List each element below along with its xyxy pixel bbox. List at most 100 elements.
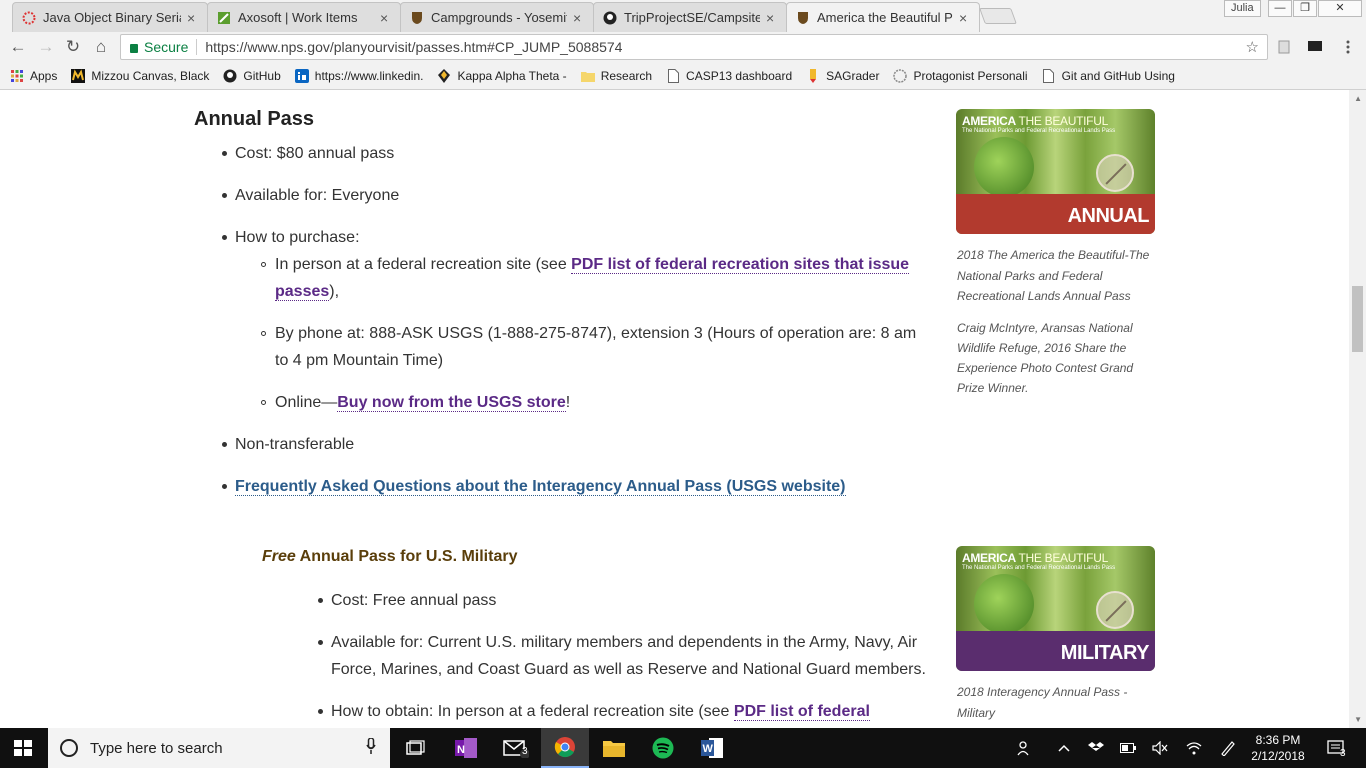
maximize-button[interactable]: ❐	[1293, 0, 1317, 17]
military-pdf-list-link[interactable]: PDF list of federal	[733, 703, 870, 721]
cortana-icon	[60, 739, 78, 757]
purchase-by-phone: By phone at: 888-ASK USGS (1-888-275-874…	[275, 325, 917, 342]
card-brand-rest: THE BEAUTIFUL	[1018, 551, 1109, 565]
tab-campgrounds[interactable]: Campgrounds - Yosemite ×	[400, 2, 594, 32]
tab-java-serialization[interactable]: Java Object Binary Serializ ×	[12, 2, 208, 32]
spotify-icon[interactable]	[639, 728, 687, 768]
card-subtitle: The National Parks and Federal Recreatio…	[962, 565, 1116, 571]
tab-america-beautiful[interactable]: America the Beautiful Pa ×	[786, 2, 980, 32]
java-circle-icon	[21, 10, 37, 26]
annual-pass-heading: Annual Pass	[194, 108, 315, 130]
page-icon	[666, 68, 680, 83]
word-icon[interactable]: W	[688, 728, 736, 768]
close-tab-icon[interactable]: ×	[187, 10, 199, 26]
notification-badge: 3	[1340, 748, 1346, 759]
close-tab-icon[interactable]: ×	[766, 10, 778, 26]
address-bar[interactable]: Secure https://www.nps.gov/planyourvisit…	[120, 34, 1268, 60]
back-button[interactable]: ←	[8, 37, 28, 57]
tab-axosoft[interactable]: Axosoft | Work Items ×	[207, 2, 401, 32]
tab-github-project[interactable]: TripProjectSE/CampsiteD ×	[593, 2, 787, 32]
reload-button[interactable]: ↻	[63, 37, 83, 57]
purchase-in-person: In person at a federal recreation site (…	[275, 256, 910, 274]
bookmark-kappa-alpha-theta[interactable]: Kappa Alpha Theta -	[437, 68, 567, 83]
volume-muted-icon[interactable]	[1148, 728, 1172, 768]
browser-toolbar: ← → ↻ ⌂ Secure https://www.nps.gov/plany…	[0, 32, 1366, 62]
windows-start-icon[interactable]	[14, 740, 32, 756]
purchase-online: Online—Buy now from the USGS store!	[275, 394, 571, 412]
military-cost: Cost: Free annual pass	[331, 592, 497, 609]
military-pass-image: AMERICA THE BEAUTIFUL The National Parks…	[956, 546, 1155, 671]
page-icon	[1042, 68, 1056, 83]
home-button[interactable]: ⌂	[91, 37, 111, 57]
minimize-button[interactable]: —	[1268, 0, 1292, 17]
close-tab-icon[interactable]: ×	[573, 10, 585, 26]
github-icon	[223, 69, 237, 83]
windows-taskbar: Type here to search N 3 W 8:36 PM 2/12/2…	[0, 728, 1366, 768]
secure-label: Secure	[144, 39, 189, 55]
card-brand: AMERICA	[962, 114, 1016, 128]
chrome-icon[interactable]	[541, 728, 589, 768]
nps-arrowhead-icon	[795, 10, 811, 26]
notifications-icon[interactable]: 3	[1318, 728, 1354, 768]
usgs-store-link[interactable]: Buy now from the USGS store	[337, 394, 566, 412]
purchase-in-person-cont: passes),	[275, 283, 340, 301]
annual-cost: Cost: $80 annual pass	[235, 145, 395, 162]
purchase-by-phone-hours: to 4 pm Mountain Time)	[275, 352, 444, 369]
menu-icon[interactable]	[1340, 40, 1356, 54]
mail-icon[interactable]: 3	[492, 728, 540, 768]
pdf-extension-icon[interactable]	[1276, 40, 1292, 54]
bookmarks-bar: Apps Mizzou Canvas, Black GitHub https:/…	[0, 62, 1366, 90]
battery-icon[interactable]	[1116, 728, 1140, 768]
bookmark-star-icon[interactable]: ☆	[1246, 38, 1259, 56]
bookmark-github[interactable]: GitHub	[223, 69, 281, 83]
bookmark-git-github[interactable]: Git and GitHub Using	[1042, 68, 1175, 83]
svg-text:W: W	[703, 743, 714, 755]
military-availability: Available for: Current U.S. military mem…	[331, 634, 918, 651]
axosoft-icon	[216, 10, 232, 26]
bookmark-sagrader[interactable]: SAGrader	[806, 68, 879, 83]
scrollbar-thumb[interactable]	[1352, 286, 1363, 352]
task-view-icon[interactable]	[392, 728, 440, 768]
bookmark-research[interactable]: Research	[580, 69, 652, 83]
close-tab-icon[interactable]: ×	[380, 10, 392, 26]
microphone-icon[interactable]	[366, 737, 376, 758]
pdf-list-link-cont[interactable]: passes	[275, 283, 330, 301]
page-scrollbar[interactable]: ▲ ▼	[1349, 90, 1366, 728]
taskbar-clock[interactable]: 8:36 PM 2/12/2018	[1248, 732, 1308, 764]
bookmark-mizzou-canvas[interactable]: Mizzou Canvas, Black	[71, 68, 209, 83]
close-window-button[interactable]: ✕	[1318, 0, 1362, 17]
scroll-up-arrow-icon[interactable]: ▲	[1354, 94, 1362, 103]
scroll-down-arrow-icon[interactable]: ▼	[1354, 715, 1362, 724]
bookmark-apps[interactable]: Apps	[10, 69, 57, 83]
pdf-list-link[interactable]: PDF list of federal recreation sites tha…	[571, 256, 910, 274]
url-text[interactable]: https://www.nps.gov/planyourvisit/passes…	[205, 39, 622, 55]
people-icon[interactable]	[1012, 728, 1038, 768]
taskbar-search-box[interactable]: Type here to search	[48, 728, 390, 768]
faq-item: Frequently Asked Questions about the Int…	[235, 473, 846, 500]
forward-button[interactable]: →	[36, 37, 56, 57]
folder-icon	[580, 69, 595, 83]
annual-pass-image: AMERICA THE BEAUTIFUL The National Parks…	[956, 109, 1155, 234]
pen-ink-icon[interactable]	[1216, 728, 1240, 768]
faq-link[interactable]: Frequently Asked Questions about the Int…	[235, 478, 846, 496]
dropbox-icon[interactable]	[1084, 728, 1108, 768]
file-explorer-icon[interactable]	[590, 728, 638, 768]
compass-seal-icon	[1096, 591, 1134, 629]
onenote-icon[interactable]: N	[442, 728, 490, 768]
svg-text:N: N	[457, 744, 465, 756]
show-hidden-icons-icon[interactable]	[1052, 728, 1076, 768]
close-tab-icon[interactable]: ×	[959, 10, 971, 26]
annual-how-to-purchase: How to purchase:	[235, 229, 360, 246]
bookmark-casp13[interactable]: CASP13 dashboard	[666, 68, 792, 83]
profile-button[interactable]: Julia	[1224, 0, 1261, 17]
wifi-icon[interactable]	[1182, 728, 1206, 768]
military-caption: 2018 Interagency Annual Pass - Military	[957, 685, 1128, 720]
card-brand-rest: THE BEAUTIFUL	[1018, 114, 1109, 128]
pencil-icon	[806, 68, 820, 83]
bookmark-linkedin[interactable]: https://www.linkedin.	[294, 68, 423, 83]
frog-image	[974, 137, 1034, 197]
bookmark-protagonist[interactable]: Protagonist Personali	[893, 69, 1028, 83]
new-tab-button[interactable]	[979, 8, 1017, 24]
terminal-extension-icon[interactable]	[1307, 40, 1323, 54]
annual-caption: 2018 The America the Beautiful-The Natio…	[957, 248, 1150, 303]
